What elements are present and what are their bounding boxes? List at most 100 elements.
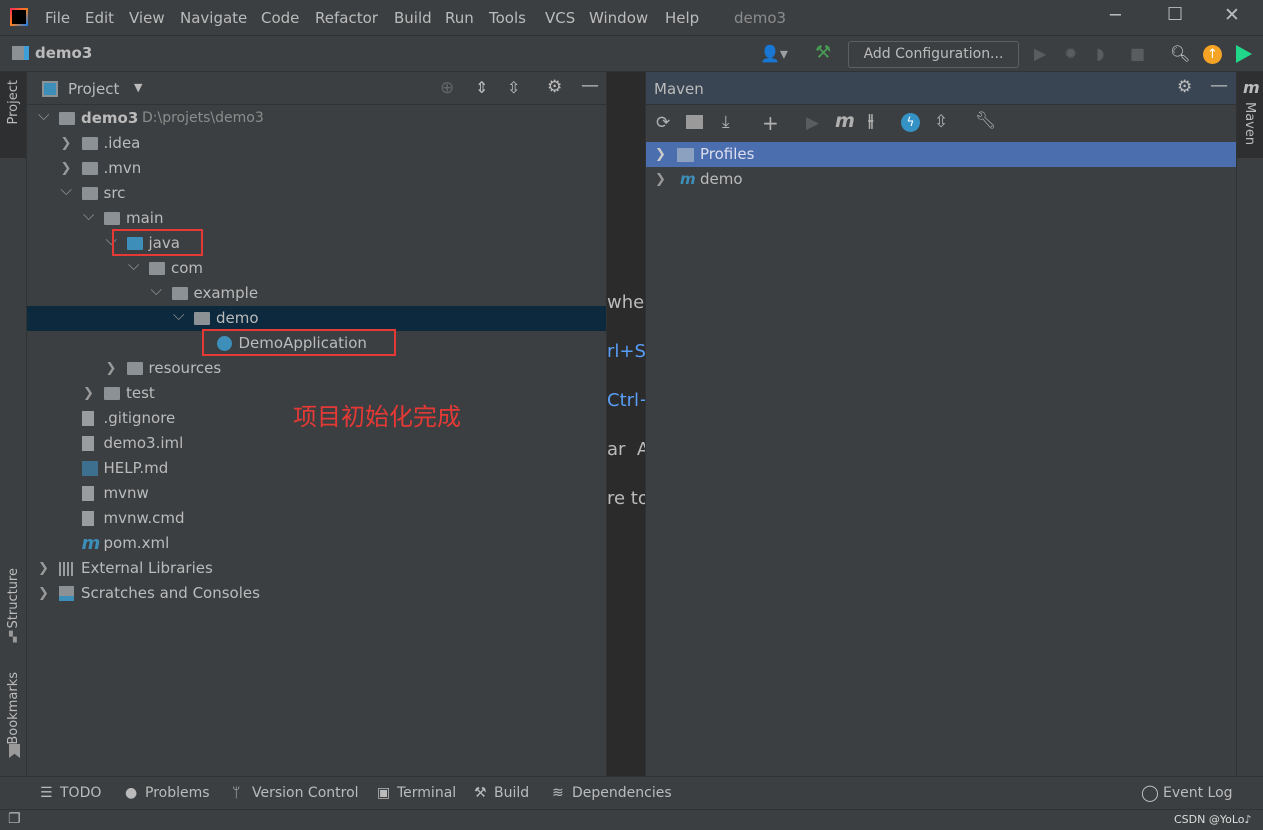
add-icon[interactable]: + xyxy=(762,111,779,135)
collapse-all-icon[interactable]: ⇳ xyxy=(934,112,948,132)
tab-terminal[interactable]: Terminal xyxy=(397,785,456,801)
annotation-text: 项目初始化完成 xyxy=(293,403,461,431)
chevron-right-icon[interactable]: ❯ xyxy=(655,167,666,192)
bookmarks-tool-tab[interactable]: Bookmarks xyxy=(6,672,21,745)
chevron-down-icon[interactable]: ⌵ xyxy=(173,303,184,328)
tree-item-demo3[interactable]: ⌵ demo3 D:\projets\demo3 xyxy=(27,106,606,131)
reload-icon[interactable]: ⟳ xyxy=(656,113,670,133)
folder-icon xyxy=(81,162,98,175)
chevron-down-icon[interactable]: ⌵ xyxy=(38,103,49,128)
chevron-down-icon[interactable]: ⌵ xyxy=(151,278,162,303)
maven-tool-tab[interactable]: m Maven xyxy=(1237,72,1263,158)
tab-dependencies[interactable]: Dependencies xyxy=(572,785,672,801)
tree-item-example[interactable]: ⌵ example xyxy=(27,281,606,306)
window-title: demo3 xyxy=(734,9,787,27)
maven-tree-item-demo[interactable]: ❯ m demo xyxy=(646,167,1236,192)
wrench-icon[interactable]: 🔧︎ xyxy=(975,111,997,131)
chevron-right-icon[interactable]: ❯ xyxy=(655,142,666,167)
hide-panel-icon[interactable]: — xyxy=(581,75,599,96)
tab-problems[interactable]: Problems xyxy=(145,785,210,801)
project-tool-tab[interactable]: Project xyxy=(0,72,26,158)
tab-version-control[interactable]: Version Control xyxy=(252,785,359,801)
maven-tree-item-profiles[interactable]: ❯ Profiles xyxy=(646,142,1236,167)
menu-file[interactable]: File xyxy=(45,9,70,27)
package-icon xyxy=(171,287,188,300)
menu-help[interactable]: Help xyxy=(665,9,699,27)
right-tool-strip: m Maven xyxy=(1236,72,1263,776)
download-icon[interactable]: ⤓ xyxy=(722,112,730,132)
menu-refactor[interactable]: Refactor xyxy=(315,9,378,27)
menu-view[interactable]: View xyxy=(129,9,165,27)
collapse-all-icon[interactable]: ⇳ xyxy=(507,78,520,97)
menu-code[interactable]: Code xyxy=(261,9,299,27)
build-hammer-icon[interactable]: ⚒ xyxy=(815,42,831,63)
debug-icon[interactable]: ✹ xyxy=(1064,44,1077,63)
expand-all-icon[interactable]: ⇕ xyxy=(475,78,488,97)
menu-run[interactable]: Run xyxy=(445,9,474,27)
module-folder-icon xyxy=(59,112,75,125)
add-configuration-button[interactable]: Add Configuration... xyxy=(848,41,1019,68)
locate-icon[interactable]: ⊕ xyxy=(440,78,454,98)
editor-area[interactable]: wher rl+S Ctrl+ ar A re to xyxy=(606,72,645,776)
toggle-offline-icon[interactable]: ⫲ xyxy=(868,111,874,131)
minimize-button[interactable]: ─ xyxy=(1110,5,1121,26)
tab-todo[interactable]: TODO xyxy=(60,785,101,801)
chevron-right-icon[interactable]: ❯ xyxy=(38,581,49,606)
tree-item-demo[interactable]: ⌵ demo xyxy=(27,306,606,331)
tree-item-mvnw-cmd[interactable]: mvnw.cmd xyxy=(27,506,606,531)
chevron-right-icon[interactable]: ❯ xyxy=(83,381,94,406)
tree-item-java[interactable]: ⌵ java xyxy=(27,229,606,256)
list-icon: ☰ xyxy=(40,785,53,801)
tree-item-resources[interactable]: ❯ resources xyxy=(27,356,606,381)
chevron-right-icon[interactable]: ❯ xyxy=(106,356,117,381)
menu-navigate[interactable]: Navigate xyxy=(180,9,247,27)
tree-item-mvnw[interactable]: mvnw xyxy=(27,481,606,506)
tree-label: .idea xyxy=(103,134,141,152)
chevron-down-icon[interactable]: ⌵ xyxy=(61,178,72,203)
tab-build[interactable]: Build xyxy=(494,785,529,801)
toggle-tool-windows-icon[interactable]: ❐ xyxy=(8,811,21,827)
hide-panel-icon[interactable]: — xyxy=(1210,75,1228,96)
search-icon[interactable]: 🔍︎ xyxy=(1170,44,1190,63)
stop-icon[interactable]: ■ xyxy=(1130,44,1145,63)
menu-build[interactable]: Build xyxy=(394,9,432,27)
tree-item-src[interactable]: ⌵ src xyxy=(27,181,606,206)
chevron-down-icon[interactable]: ⌵ xyxy=(128,253,139,278)
user-icon[interactable]: 👤▾ xyxy=(760,44,788,63)
tree-item-demo3-iml[interactable]: demo3.iml xyxy=(27,431,606,456)
gear-icon[interactable]: ⚙ xyxy=(547,77,562,97)
chevron-right-icon[interactable]: ❯ xyxy=(38,556,49,581)
menu-window[interactable]: Window xyxy=(589,9,648,27)
tree-item-scratches-and-consoles[interactable]: ❯ Scratches and Consoles xyxy=(27,581,606,606)
menu-edit[interactable]: Edit xyxy=(85,9,114,27)
event-log-tab[interactable]: Event Log xyxy=(1163,785,1233,801)
execute-goal-icon[interactable]: m xyxy=(835,110,855,132)
maximize-button[interactable]: ☐ xyxy=(1167,4,1183,25)
run-icon[interactable]: ▶ xyxy=(806,113,819,133)
tree-item-pom-xml[interactable]: m pom.xml xyxy=(27,531,606,556)
gear-icon[interactable]: ⚙ xyxy=(1177,77,1192,97)
breadcrumb-project[interactable]: demo3 xyxy=(35,44,92,62)
chevron-down-icon[interactable]: ⌵ xyxy=(83,203,94,228)
coverage-icon[interactable]: ◗ xyxy=(1096,44,1104,63)
tree-item-demoapplication[interactable]: DemoApplication xyxy=(27,329,606,356)
skip-tests-icon[interactable]: ϟ xyxy=(901,113,920,132)
tree-item-help-md[interactable]: HELP.md xyxy=(27,456,606,481)
tree-item-com[interactable]: ⌵ com xyxy=(27,256,606,281)
toolbox-icon[interactable] xyxy=(1236,45,1252,63)
menu-vcs[interactable]: VCS xyxy=(545,9,575,27)
run-icon[interactable]: ▶ xyxy=(1034,44,1046,63)
chevron-down-icon[interactable]: ▼ xyxy=(134,81,142,94)
chevron-right-icon[interactable]: ❯ xyxy=(61,131,72,156)
structure-tool-tab[interactable]: Structure xyxy=(6,568,21,628)
generate-sources-icon[interactable] xyxy=(686,115,703,129)
tree-item-mvn[interactable]: ❯ .mvn xyxy=(27,156,606,181)
menu-tools[interactable]: Tools xyxy=(489,9,526,27)
hammer-icon: ⚒ xyxy=(474,785,487,801)
update-icon[interactable]: ↑ xyxy=(1203,45,1222,64)
tree-item-idea[interactable]: ❯ .idea xyxy=(27,131,606,156)
tree-label: mvnw.cmd xyxy=(103,509,185,527)
tree-item-external-libraries[interactable]: ❯ External Libraries xyxy=(27,556,606,581)
project-view-selector[interactable]: Project xyxy=(68,80,119,98)
close-button[interactable]: ✕ xyxy=(1224,4,1240,26)
